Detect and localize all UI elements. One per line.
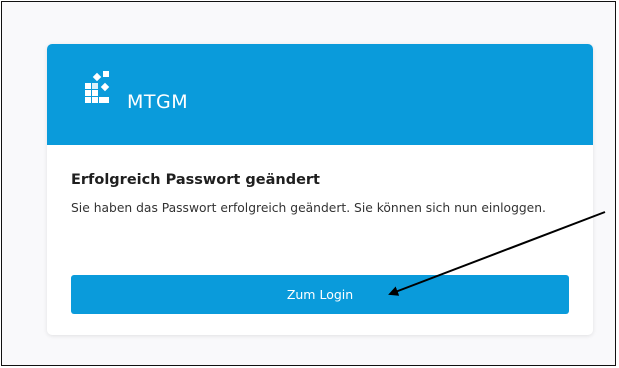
success-message: Sie haben das Passwort erfolgreich geänd… bbox=[71, 201, 546, 215]
login-button[interactable]: Zum Login bbox=[71, 275, 569, 314]
success-card: MTGM Erfolgreich Passwort geändert Sie h… bbox=[47, 44, 593, 335]
logo: MTGM bbox=[83, 67, 243, 115]
mtgm-logo-icon bbox=[85, 71, 110, 103]
card-header: MTGM bbox=[47, 44, 593, 145]
brand-name: MTGM bbox=[127, 91, 189, 113]
page-title: Erfolgreich Passwort geändert bbox=[71, 172, 320, 188]
screenshot-frame: MTGM Erfolgreich Passwort geändert Sie h… bbox=[1, 1, 616, 366]
